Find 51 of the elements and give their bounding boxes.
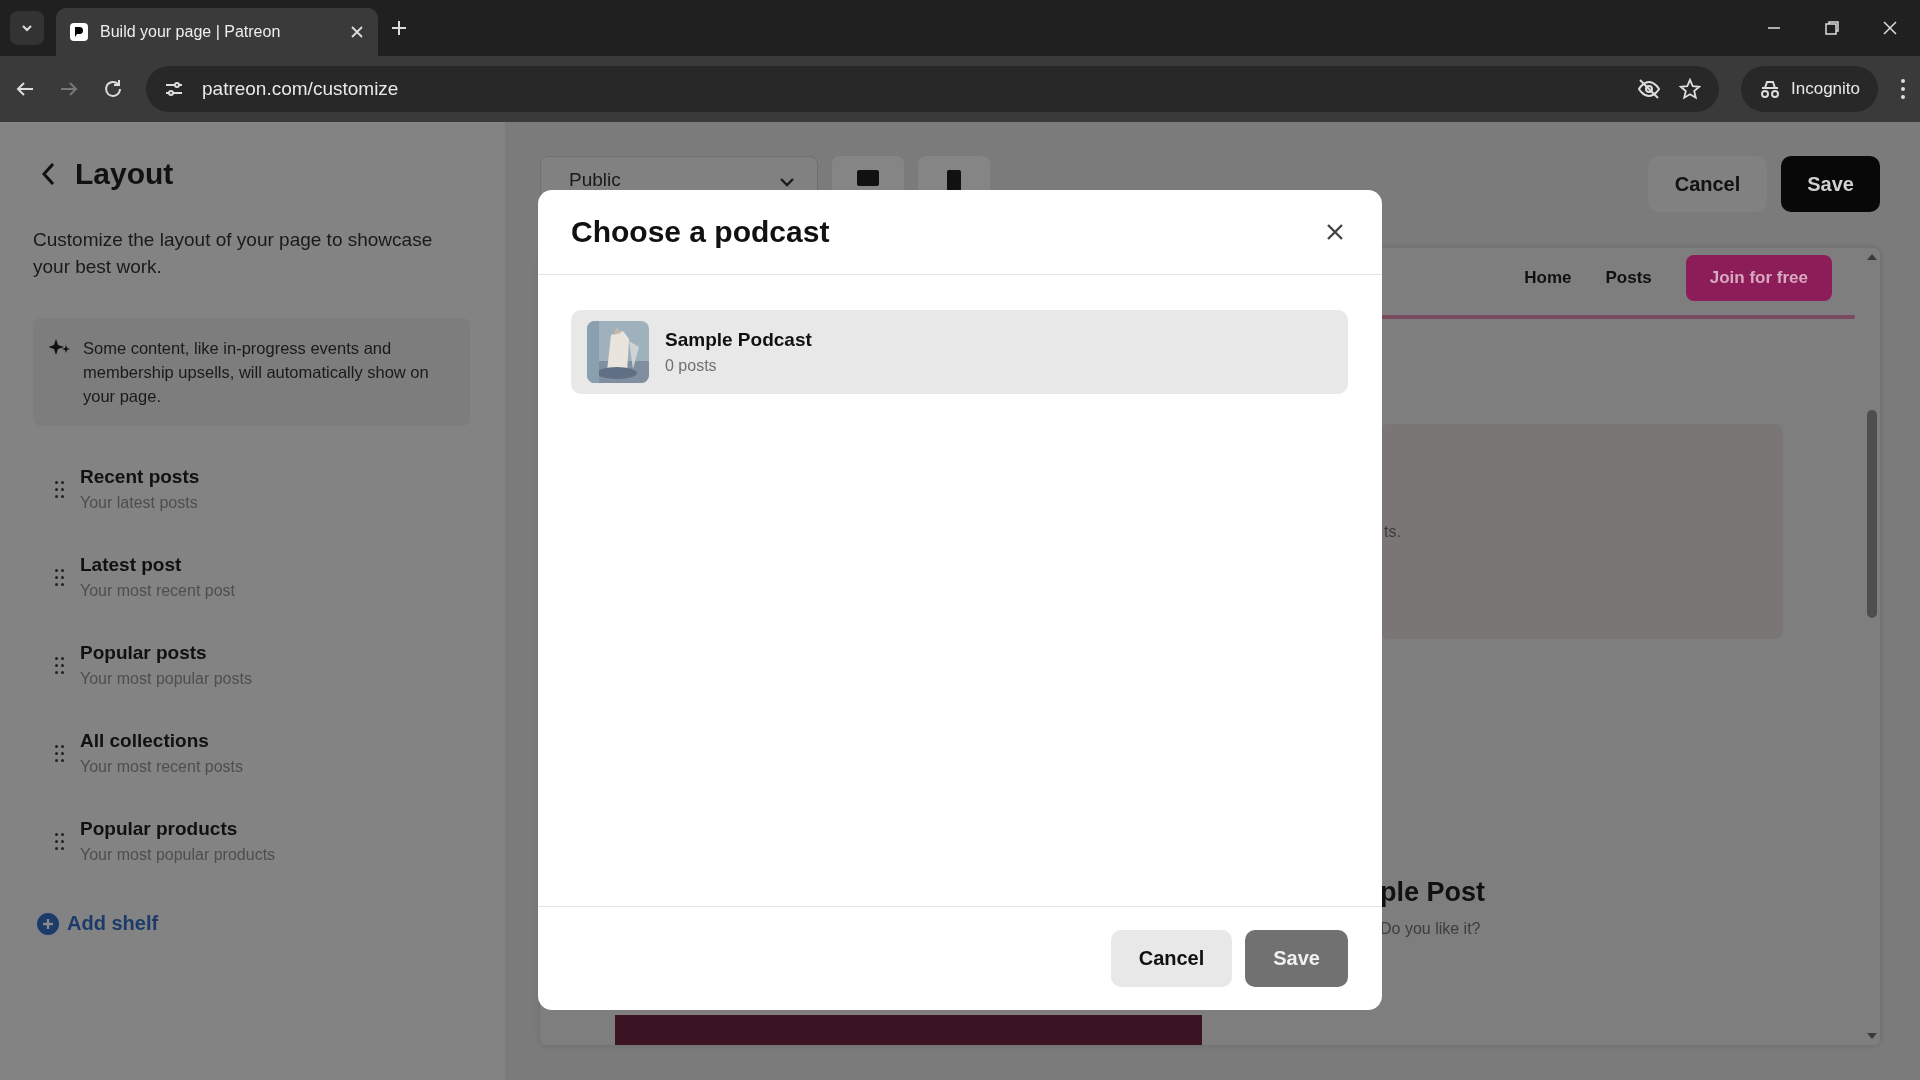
scroll-up-icon[interactable] bbox=[1867, 254, 1877, 260]
tab-title: Build your page | Patreon bbox=[100, 23, 282, 41]
save-button[interactable]: Save bbox=[1781, 156, 1880, 212]
nav-link[interactable]: Home bbox=[1524, 268, 1572, 288]
chevron-down-icon bbox=[779, 177, 795, 187]
nav-link[interactable]: Posts bbox=[1605, 268, 1652, 288]
podcast-item[interactable]: Sample Podcast 0 posts bbox=[571, 310, 1348, 394]
panel-description: Customize the layout of your page to showcase your best work. bbox=[33, 228, 434, 279]
star-icon[interactable] bbox=[1679, 78, 1701, 100]
close-icon[interactable] bbox=[350, 25, 364, 39]
shelf-title: All collections bbox=[80, 730, 210, 752]
url-text: patreon.com/customize bbox=[202, 78, 399, 100]
shelf-title: Popular products bbox=[80, 818, 239, 840]
incognito-icon bbox=[1759, 78, 1781, 100]
drag-handle-icon[interactable] bbox=[55, 656, 64, 674]
close-icon bbox=[1326, 223, 1344, 241]
drag-handle-icon[interactable] bbox=[55, 832, 64, 850]
browser-tab[interactable]: Build your page | Patreon bbox=[56, 8, 378, 56]
cancel-button[interactable]: Cancel bbox=[1647, 156, 1768, 212]
drag-handle-icon[interactable] bbox=[55, 568, 64, 586]
phone-icon bbox=[947, 170, 961, 192]
site-settings-icon[interactable] bbox=[164, 79, 184, 99]
shelf-title: Recent posts bbox=[80, 466, 200, 488]
tab-list-button[interactable] bbox=[10, 11, 44, 45]
reload-icon[interactable] bbox=[102, 78, 124, 100]
dialog-title: Choose a podcast bbox=[571, 215, 830, 249]
scroll-down-icon[interactable] bbox=[1867, 1033, 1877, 1039]
more-icon[interactable] bbox=[1900, 78, 1906, 100]
add-shelf-button[interactable]: Add shelf bbox=[33, 912, 159, 935]
cancel-button[interactable]: Cancel bbox=[1110, 930, 1233, 987]
panel-title: Layout bbox=[75, 157, 174, 191]
incognito-button[interactable]: Incognito bbox=[1741, 66, 1878, 112]
plus-circle-icon bbox=[37, 912, 59, 935]
restore-icon[interactable] bbox=[1824, 20, 1840, 36]
drag-handle-icon[interactable] bbox=[55, 480, 64, 498]
close-icon[interactable] bbox=[1882, 20, 1898, 36]
eye-slash-icon[interactable] bbox=[1637, 77, 1661, 101]
back-icon[interactable] bbox=[41, 162, 55, 186]
notice-text: Some content, like in-progress events and membership upsells, will automatically show on your page. bbox=[83, 338, 430, 407]
card-text: ts. bbox=[1384, 522, 1401, 541]
post-count: 0 posts bbox=[665, 357, 718, 375]
site-logo-icon bbox=[70, 23, 88, 41]
shelf-title: Latest post bbox=[80, 554, 183, 576]
address-bar[interactable]: patreon.com/customize bbox=[146, 66, 1719, 112]
drag-handle-icon[interactable] bbox=[55, 744, 64, 762]
scrollbar-thumb[interactable] bbox=[1867, 410, 1877, 618]
join-button[interactable]: Join for free bbox=[1685, 255, 1832, 301]
post-title: ple Post bbox=[1380, 877, 1487, 908]
podcast-name: Sample Podcast bbox=[665, 329, 812, 351]
shelf-title: Popular posts bbox=[80, 642, 208, 664]
new-tab-icon[interactable] bbox=[390, 19, 408, 37]
